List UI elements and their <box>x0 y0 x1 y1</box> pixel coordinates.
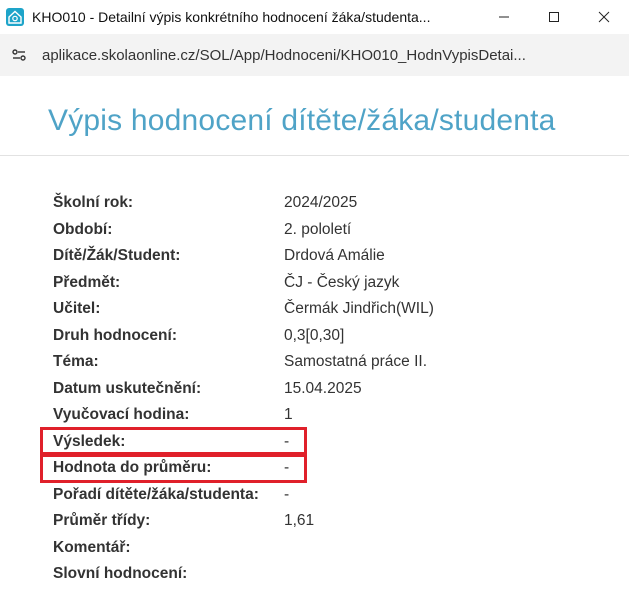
site-settings-icon[interactable] <box>4 40 34 70</box>
detail-value: 15.04.2025 <box>284 379 362 397</box>
detail-row-student: Dítě/Žák/Student: Drdová Amálie <box>53 243 434 270</box>
detail-label: Datum uskutečnění: <box>53 379 202 397</box>
details-list: Školní rok: 2024/2025 Období: 2. pololet… <box>53 190 434 588</box>
detail-value: ČJ - Český jazyk <box>284 273 400 291</box>
detail-value: - <box>284 485 290 503</box>
detail-value: 2. pololetí <box>284 220 352 238</box>
detail-value: 1,61 <box>284 512 315 530</box>
detail-row-verbal-assessment: Slovní hodnocení: <box>53 561 434 588</box>
detail-row-school-year: Školní rok: 2024/2025 <box>53 190 434 217</box>
minimize-icon[interactable] <box>479 0 529 34</box>
detail-label: Dítě/Žák/Student: <box>53 247 181 265</box>
detail-label: Průměr třídy: <box>53 512 151 530</box>
window-titlebar: KHO010 - Detailní výpis konkrétního hodn… <box>0 0 629 34</box>
detail-value: 0,3[0,30] <box>284 326 345 344</box>
detail-label: Pořadí dítěte/žáka/studenta: <box>53 485 259 503</box>
detail-row-comment: Komentář: <box>53 535 434 562</box>
detail-row-rank: Pořadí dítěte/žáka/studenta: - <box>53 482 434 509</box>
detail-label: Předmět: <box>53 273 121 291</box>
page-title: Výpis hodnocení dítěte/žáka/studenta <box>48 104 556 137</box>
detail-row-teacher: Učitel: Čermák Jindřich(WIL) <box>53 296 434 323</box>
detail-label: Komentář: <box>53 538 131 556</box>
detail-value: 2024/2025 <box>284 194 358 212</box>
detail-row-period: Období: 2. pololetí <box>53 217 434 244</box>
detail-row-grade-type: Druh hodnocení: 0,3[0,30] <box>53 323 434 350</box>
close-icon[interactable] <box>579 0 629 34</box>
address-bar[interactable]: aplikace.skolaonline.cz/SOL/App/Hodnocen… <box>0 34 629 76</box>
detail-label: Téma: <box>53 353 99 371</box>
url-text[interactable]: aplikace.skolaonline.cz/SOL/App/Hodnocen… <box>42 47 612 64</box>
detail-row-date: Datum uskutečnění: 15.04.2025 <box>53 376 434 403</box>
highlight-box-average-value <box>40 454 307 483</box>
detail-value: Čermák Jindřich(WIL) <box>284 300 434 318</box>
detail-row-lesson: Vyučovací hodina: 1 <box>53 402 434 429</box>
detail-row-subject: Předmět: ČJ - Český jazyk <box>53 270 434 297</box>
app-icon <box>6 8 24 26</box>
detail-row-topic: Téma: Samostatná práce II. <box>53 349 434 376</box>
detail-value: Samostatná práce II. <box>284 353 428 371</box>
detail-label: Vyučovací hodina: <box>53 406 190 424</box>
highlight-box-result <box>40 427 307 455</box>
detail-label: Druh hodnocení: <box>53 326 177 344</box>
detail-label: Učitel: <box>53 300 101 318</box>
detail-label: Školní rok: <box>53 194 134 212</box>
detail-value: 1 <box>284 406 293 424</box>
window-controls <box>479 0 629 34</box>
detail-row-class-average: Průměr třídy: 1,61 <box>53 508 434 535</box>
detail-value: Drdová Amálie <box>284 247 385 265</box>
detail-label: Období: <box>53 220 113 238</box>
window-title: KHO010 - Detailní výpis konkrétního hodn… <box>32 9 431 25</box>
detail-label: Slovní hodnocení: <box>53 565 188 583</box>
maximize-icon[interactable] <box>529 0 579 34</box>
title-divider <box>0 155 629 156</box>
